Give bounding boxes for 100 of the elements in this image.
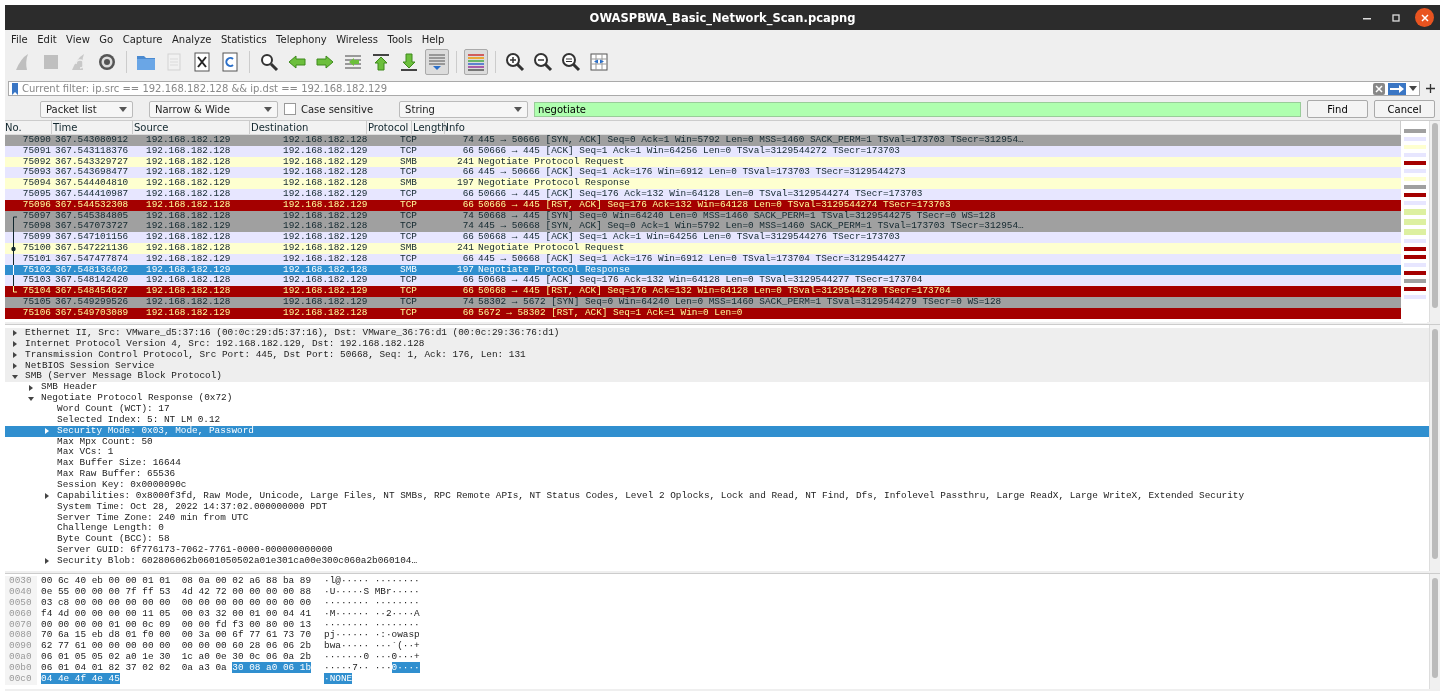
- table-cell: 445 → 50666 [SYN, ACK] Seq=0 Ack=1 Win=5792 Len=0 MSS=1460 SACK_PERM=1 TSval=173703 TSecr=312954…: [478, 135, 1024, 146]
- byte-offset: 00a0: [5, 652, 37, 664]
- tree-row[interactable]: Server GUID: 6f776173-7062-7761-0000-000000000000: [5, 545, 1429, 557]
- tree-row[interactable]: Challenge Length: 0: [5, 523, 1429, 535]
- table-cell: 192.168.182.128: [283, 167, 368, 179]
- table-cell: 197: [457, 178, 474, 189]
- tree-row[interactable]: Negotiate Protocol Response (0x72): [5, 393, 1429, 404]
- menu-item[interactable]: File: [11, 33, 28, 45]
- packet-row[interactable]: 75105 367.549299526 192.168.182.128 192.168.182.129 TCP 74 58302 → 5672 [SYN] Seq=0 Win=64240 Len=0 MSS=1460 SACK_PERM=1 TSval=3129544279 TSecr=0 WS=128: [5, 296, 1401, 308]
- colored-lines-icon: [466, 52, 486, 72]
- table-cell: 367.547477874: [55, 253, 129, 265]
- menu-item[interactable]: View: [66, 33, 90, 45]
- table-cell: 50668 → 445 [RST, ACK] Seq=176 Ack=132 Win=64128 Len=0 TSval=3129544278 TSecr=173704: [478, 286, 951, 297]
- table-cell: 192.168.182.129: [146, 167, 231, 179]
- menu-item[interactable]: Tools: [387, 33, 413, 45]
- close-button[interactable]: [1415, 8, 1434, 27]
- table-cell: 192.168.182.128: [283, 253, 368, 265]
- table-cell: 75091: [22, 145, 51, 157]
- tree-row[interactable]: System Time: Oct 28, 2022 14:37:02.000000000 PDT: [5, 501, 1429, 513]
- column-header[interactable]: Source: [133, 121, 250, 134]
- tree-row[interactable]: Max Buffer Size: 16644: [5, 458, 1429, 470]
- tree-row[interactable]: Selected Index: 5: NT LM 0.12: [5, 414, 1429, 426]
- table-cell: TCP: [400, 275, 417, 287]
- tree-item-text: Negotiate Protocol Response (0x72): [41, 393, 233, 404]
- search-field[interactable]: negotiate: [534, 101, 1301, 117]
- tree-item-text: Ethernet II, Src: VMware_d5:37:16 (00:0c:29:d5:37:16), Dst: VMware_36:76:d1 (00:0c:29:36:76:d1): [25, 328, 560, 339]
- packet-row[interactable]: 75090 367.543080912 192.168.182.129 192.168.182.128 TCP 74 445 → 50666 [SYN, ACK] Seq=0 Ack=1 Win=5792 Len=0 MSS=1460 SACK_PERM=1 TSval=173703 TSecr=312954…: [5, 135, 1401, 146]
- column-header[interactable]: Protocol: [367, 121, 412, 134]
- scrollbar[interactable]: [1429, 325, 1440, 571]
- packet-row[interactable]: 75094 367.544404810 192.168.182.129 192.168.182.128 SMB 197 Negotiate Protocol Response: [5, 178, 1401, 189]
- packet-row[interactable]: 75096 367.544532308 192.168.182.128 192.168.182.129 TCP 66 50666 → 445 [RST, ACK] Seq=176 Ack=132 Win=64128 Len=0 TSval=3129544274 TSecr=173703: [5, 199, 1401, 211]
- tree-row[interactable]: Word Count (WCT): 17: [5, 404, 1429, 415]
- checkbox[interactable]: [284, 103, 296, 115]
- tree-row[interactable]: Server Time Zone: 240 min from UTC: [5, 512, 1429, 524]
- table-cell-text: 50668 → 445 [SYN] Seq=0 Win=64240 Len=0 MSS=1460 SACK_PERM=1 TSval=3129544275 TSecr=0 WS=128: [478, 210, 996, 221]
- packet-row[interactable]: 75092 367.543329727 192.168.182.128 192.168.182.129 SMB 241 Negotiate Protocol Request: [5, 156, 1401, 168]
- packet-row[interactable]: 75100 367.547221136 192.168.182.128 192.168.182.129 SMB 241 Negotiate Protocol Request: [5, 242, 1401, 254]
- packet-row[interactable]: 75093 367.543698477 192.168.182.129 192.168.182.128 TCP 66 445 → 50666 [ACK] Seq=1 Ack=176 Win=6912 Len=0 TSval=173703 TSecr=3129544273: [5, 167, 1401, 179]
- tree-item-text: Server Time Zone: 240 min from UTC: [57, 512, 249, 523]
- packet-row[interactable]: 75104 367.548454627 192.168.182.128 192.168.182.129 TCP 66 50668 → 445 [RST, ACK] Seq=176 Ack=132 Win=64128 Len=0 TSval=3129544278 TSecr=173704: [5, 286, 1401, 297]
- dropdown[interactable]: Narrow & Wide: [149, 100, 278, 118]
- menu-item[interactable]: Telephony: [276, 33, 327, 45]
- packet-row[interactable]: 75106 367.549703089 192.168.182.129 192.168.182.128 TCP 60 5672 → 58302 [RST, ACK] Seq=1 Ack=1 Win=0 Len=0: [5, 307, 1401, 319]
- table-cell: 75090: [22, 135, 51, 146]
- byte-offset: 0040: [5, 586, 37, 598]
- table-cell: TCP: [400, 167, 417, 179]
- tree-row[interactable]: Byte Count (BCC): 58: [5, 534, 1429, 546]
- dropdown[interactable]: String: [399, 100, 529, 118]
- packet-row[interactable]: 75102 367.548136402 192.168.182.129 192.168.182.128 SMB 197 Negotiate Protocol Response: [5, 264, 1401, 276]
- packet-row[interactable]: 75095 367.544410987 192.168.182.128 192.168.182.129 TCP 66 50666 → 445 [ACK] Seq=176 Ack=132 Win=64128 Len=0 TSval=3129544274 TSecr=173703: [5, 189, 1401, 200]
- menu-item[interactable]: Edit: [37, 33, 57, 45]
- tree-row[interactable]: Max Raw Buffer: 65536: [5, 469, 1429, 481]
- menu-item[interactable]: Statistics: [220, 33, 267, 45]
- tree-row[interactable]: Security Blob: 602806062b0601050502a01e301ca00e300c060a2b060104…: [5, 556, 1429, 567]
- packet-row[interactable]: 75098 367.547073727 192.168.182.129 192.168.182.128 TCP 74 445 → 50668 [SYN, ACK] Seq=0 Ack=1 Win=5792 Len=0 MSS=1460 SACK_PERM=1 TSval=173703 TSecr=312954…: [5, 221, 1401, 233]
- column-header[interactable]: No.: [5, 121, 52, 134]
- scrollbar[interactable]: [1429, 574, 1440, 689]
- table-cell: 66: [462, 253, 474, 265]
- right-arrow-icon: [1389, 83, 1405, 94]
- table-cell: 192.168.182.128: [146, 199, 231, 211]
- tree-row[interactable]: SMB (Server Message Block Protocol): [5, 371, 1429, 383]
- hex-bytes: 70 6a 15 eb d8 01 f0 00 00 3a 00 6f 77 61 73 70: [41, 629, 312, 641]
- table-cell: Negotiate Protocol Response: [478, 178, 630, 189]
- tree-row[interactable]: Max Mpx Count: 50: [5, 436, 1429, 448]
- dropdown[interactable]: Packet list: [40, 100, 133, 118]
- tree-row[interactable]: Max VCs: 1: [5, 447, 1429, 459]
- resize-columns-icon: [589, 52, 609, 72]
- table-cell-text: 445 → 50668 [SYN, ACK] Seq=0 Ack=1 Win=5792 Len=0 MSS=1460 SACK_PERM=1 TSval=173703 TSecr=312954…: [478, 221, 1024, 232]
- tree-row[interactable]: SMB Header: [5, 382, 1429, 394]
- column-header[interactable]: Time: [52, 121, 133, 134]
- menu-item[interactable]: Capture: [122, 33, 163, 45]
- tree-row[interactable]: Session Key: 0x0000090c: [5, 480, 1429, 491]
- column-header[interactable]: Destination: [250, 121, 367, 134]
- tree-item-text: Word Count (WCT): 17: [57, 404, 170, 415]
- tree-row[interactable]: Security Mode: 0x03, Mode, Password: [5, 425, 1429, 437]
- table-cell: 192.168.182.128: [146, 286, 231, 297]
- table-cell: 192.168.182.128: [283, 178, 368, 189]
- table-cell: 192.168.182.129: [146, 135, 231, 146]
- table-cell: 192.168.182.128: [283, 135, 368, 146]
- button[interactable]: Cancel: [1374, 100, 1435, 118]
- menu-item[interactable]: Wireless: [336, 33, 378, 45]
- display-filter-field[interactable]: Current filter: ip.src == 192.168.182.128 && ip.dst == 192.168.182.129: [8, 81, 1420, 96]
- menu-item[interactable]: Go: [99, 33, 114, 45]
- tree-row[interactable]: Transmission Control Protocol, Src Port: 445, Dst Port: 50668, Seq: 1, Ack: 176, Len: 131: [5, 349, 1429, 361]
- packet-row[interactable]: 75103 367.548142420 192.168.182.128 192.168.182.129 TCP 66 50668 → 445 [ACK] Seq=176 Ack=132 Win=64128 Len=0 TSval=3129544277 TSecr=173704: [5, 275, 1401, 287]
- packet-row[interactable]: 75101 367.547477874 192.168.182.129 192.168.182.128 TCP 66 445 → 50668 [ACK] Seq=1 Ack=176 Win=6912 Len=0 TSval=173704 TSecr=3129544277: [5, 253, 1401, 265]
- tree-item-text: Transmission Control Protocol, Src Port: 445, Dst Port: 50668, Seq: 1, Ack: 176, Len: 131: [25, 349, 526, 361]
- byte-offset: 0060: [5, 608, 37, 620]
- table-cell: TCP: [400, 210, 417, 222]
- tree-row[interactable]: NetBIOS Session Service: [5, 360, 1429, 372]
- tree-row[interactable]: Ethernet II, Src: VMware_d5:37:16 (00:0c:29:d5:37:16), Dst: VMware_36:76:d1 (00:0c:29:36:76:d1): [5, 328, 1429, 339]
- table-cell: 75099: [22, 232, 51, 243]
- tree-row[interactable]: Internet Protocol Version 4, Src: 192.168.182.129, Dst: 192.168.182.128: [5, 338, 1429, 350]
- button[interactable]: Find: [1307, 100, 1368, 118]
- column-header[interactable]: Length: [412, 121, 445, 134]
- packet-row[interactable]: 75091 367.543118376 192.168.182.128 192.168.182.129 TCP 66 50666 → 445 [ACK] Seq=1 Ack=1 Win=64256 Len=0 TSval=3129544272 TSecr=173703: [5, 145, 1401, 157]
- menu-item[interactable]: Help: [421, 33, 445, 45]
- packet-row[interactable]: 75099 367.547101156 192.168.182.128 192.168.182.129 TCP 66 50668 → 445 [ACK] Seq=1 Ack=1 Win=64256 Len=0 TSval=3129544276 TSecr=173703: [5, 232, 1401, 243]
- scrollbar[interactable]: [1429, 121, 1440, 322]
- menu-item[interactable]: Analyze: [172, 33, 212, 45]
